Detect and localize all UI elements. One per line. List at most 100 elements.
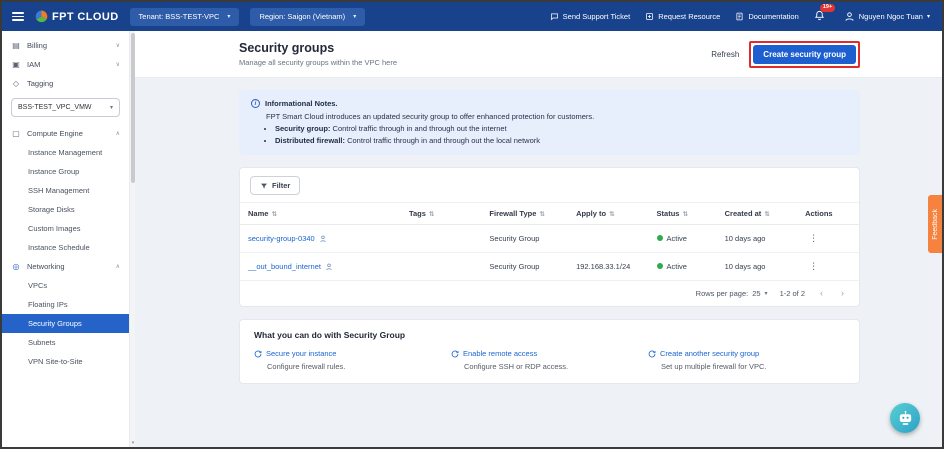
sidebar-item-custom-images[interactable]: Custom Images	[2, 219, 129, 238]
sidebar-item-security-groups[interactable]: Security Groups	[2, 314, 129, 333]
brand-logo[interactable]: FPT CLOUD	[35, 10, 119, 23]
ai-assistant-button[interactable]	[890, 403, 920, 433]
status-label: Active	[667, 234, 687, 243]
refresh-button[interactable]: Refresh	[711, 50, 739, 59]
bullet-term: Security group:	[275, 124, 330, 133]
sidebar-item-label: VPCs	[28, 281, 47, 290]
rows-per-page-select[interactable]: Rows per page: 25 ▾	[696, 289, 768, 298]
help-item-create-another: Create another security group Set up mul…	[648, 349, 845, 371]
sidebar-item-floating-ips[interactable]: Floating IPs	[2, 295, 129, 314]
vpc-selector-value: BSS-TEST_VPC_VMW	[18, 104, 92, 111]
sidebar-item-vpn-site-to-site[interactable]: VPN Site-to-Site	[2, 352, 129, 371]
sidebar-item-tagging[interactable]: ◇ Tagging	[2, 74, 129, 93]
notification-badge: 19+	[820, 4, 835, 12]
annotation-highlight: Create security group	[749, 41, 860, 68]
help-card: What you can do with Security Group Secu…	[239, 319, 860, 384]
sidebar-section-label: Networking	[27, 262, 65, 271]
apply-to-instance-icon[interactable]	[325, 263, 333, 271]
page-title: Security groups	[239, 41, 397, 55]
column-header-apply-to: Apply to	[576, 209, 606, 218]
sidebar-section-compute-engine[interactable]: ▢ Compute Engine ∧	[2, 124, 129, 143]
chevron-down-icon: ▾	[353, 13, 356, 20]
document-icon	[735, 12, 744, 21]
sort-icon[interactable]: ⇅	[764, 211, 769, 218]
sidebar-item-label: Custom Images	[28, 224, 81, 233]
info-bullet: Security group: Control traffic through …	[275, 124, 848, 133]
scroll-down-icon[interactable]: ▾	[130, 440, 136, 446]
secure-your-instance-link[interactable]: Secure your instance	[254, 349, 451, 358]
sidebar-section-networking[interactable]: ◎ Networking ∧	[2, 257, 129, 276]
user-menu[interactable]: Nguyen Ngoc Tuan ▾	[844, 11, 930, 22]
chat-icon	[550, 12, 559, 21]
tags-cell	[401, 253, 481, 281]
circular-arrow-icon	[648, 350, 656, 358]
help-title: What you can do with Security Group	[254, 330, 845, 340]
apply-to-instance-icon[interactable]	[319, 235, 327, 243]
tags-cell	[401, 225, 481, 253]
sidebar-item-instance-management[interactable]: Instance Management	[2, 143, 129, 162]
enable-remote-access-link[interactable]: Enable remote access	[451, 349, 648, 358]
row-actions-kebab-icon[interactable]: ⋮	[805, 233, 822, 243]
filter-button[interactable]: Filter	[250, 176, 300, 195]
sidebar-item-storage-disks[interactable]: Storage Disks	[2, 200, 129, 219]
documentation-link[interactable]: Documentation	[735, 12, 798, 21]
informational-notes-panel: i Informational Notes. FPT Smart Cloud i…	[239, 90, 860, 155]
scrollbar-thumb[interactable]	[131, 33, 135, 183]
sidebar-item-label: Floating IPs	[28, 300, 68, 309]
sidebar-item-instance-schedule[interactable]: Instance Schedule	[2, 238, 129, 257]
pagination: Rows per page: 25 ▾ 1-2 of 2 ‹ ›	[240, 281, 859, 306]
notifications-bell[interactable]: 19+	[814, 10, 825, 23]
sort-icon[interactable]: ⇅	[609, 211, 614, 218]
sort-icon[interactable]: ⇅	[271, 211, 276, 218]
info-bullet-list: Security group: Control traffic through …	[275, 124, 848, 145]
create-another-security-group-link[interactable]: Create another security group	[648, 349, 845, 358]
sidebar-item-label: SSH Management	[28, 186, 89, 195]
request-resource-link[interactable]: Request Resource	[645, 12, 720, 21]
help-item-secure-instance: Secure your instance Configure firewall …	[254, 349, 451, 371]
tenant-selector[interactable]: Tenant: BSS-TEST-VPC ▾	[130, 8, 240, 26]
sort-icon[interactable]: ⇅	[429, 211, 434, 218]
previous-page-icon[interactable]: ‹	[817, 288, 826, 298]
sidebar-item-billing[interactable]: ▤ Billing ∨	[2, 36, 129, 55]
security-group-link[interactable]: security-group-0340	[248, 234, 315, 243]
column-header-created-at: Created at	[725, 209, 762, 218]
feedback-tab[interactable]: Feedback	[928, 195, 942, 253]
sidebar-item-label: Instance Group	[28, 167, 79, 176]
info-icon: i	[251, 99, 260, 108]
fpt-logo-icon	[35, 10, 48, 23]
send-support-ticket-link[interactable]: Send Support Ticket	[550, 12, 631, 21]
sidebar-item-label: Billing	[27, 41, 47, 50]
sidebar-item-instance-group[interactable]: Instance Group	[2, 162, 129, 181]
created-at-cell: 10 days ago	[717, 225, 797, 253]
sidebar-item-vpcs[interactable]: VPCs	[2, 276, 129, 295]
page-subtitle: Manage all security groups within the VP…	[239, 58, 397, 67]
ai-robot-icon	[897, 410, 914, 427]
region-selector[interactable]: Region: Saigon (Vietnam) ▾	[250, 8, 365, 26]
create-security-group-button[interactable]: Create security group	[753, 45, 856, 64]
feedback-label: Feedback	[932, 209, 939, 240]
user-name: Nguyen Ngoc Tuan	[859, 12, 923, 21]
iam-icon: ▣	[11, 60, 21, 69]
filter-funnel-icon	[260, 182, 268, 190]
next-page-icon[interactable]: ›	[838, 288, 847, 298]
tag-icon: ◇	[11, 79, 21, 88]
table-header-row: Name⇅ Tags⇅ Firewall Type⇅ Apply to⇅ Sta…	[240, 203, 859, 225]
status-active-dot	[657, 235, 663, 241]
row-actions-kebab-icon[interactable]: ⋮	[805, 261, 822, 271]
security-group-link[interactable]: __out_bound_internet	[248, 262, 321, 271]
sidebar-item-iam[interactable]: ▣ IAM ∨	[2, 55, 129, 74]
sidebar-item-subnets[interactable]: Subnets	[2, 333, 129, 352]
sidebar: ▤ Billing ∨ ▣ IAM ∨ ◇ Tagging BSS-TEST_V…	[2, 31, 135, 447]
sidebar-item-ssh-management[interactable]: SSH Management	[2, 181, 129, 200]
info-bullet: Distributed firewall: Control traffic th…	[275, 136, 848, 145]
app-window: FPT CLOUD Tenant: BSS-TEST-VPC ▾ Region:…	[0, 0, 944, 449]
vpc-selector[interactable]: BSS-TEST_VPC_VMW ▾	[11, 98, 120, 117]
sort-icon[interactable]: ⇅	[539, 211, 544, 218]
menu-icon[interactable]	[12, 12, 24, 21]
plus-square-icon	[645, 12, 654, 21]
sort-icon[interactable]: ⇅	[682, 211, 687, 218]
chevron-down-icon: ∨	[116, 42, 120, 49]
sidebar-scrollbar[interactable]: ▾	[129, 31, 135, 447]
help-desc: Configure SSH or RDP access.	[464, 362, 648, 371]
firewall-type-cell: Security Group	[481, 253, 568, 281]
